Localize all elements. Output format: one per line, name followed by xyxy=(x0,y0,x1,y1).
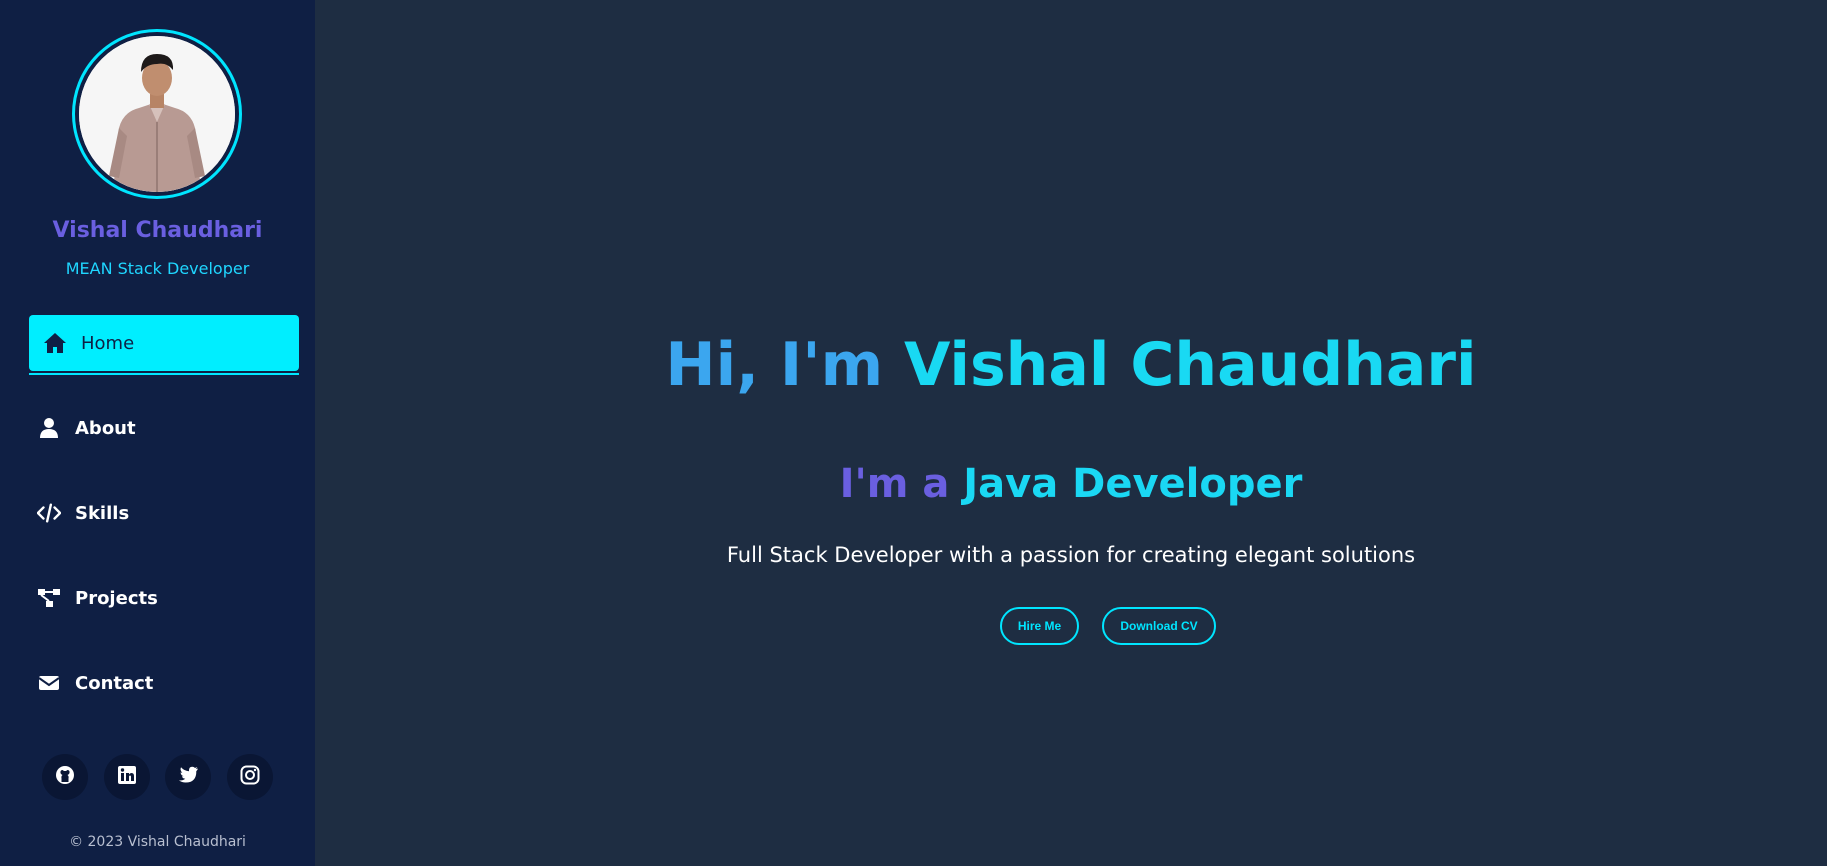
hero-prefix: I'm a xyxy=(839,461,950,507)
hero-role: Java Developer xyxy=(963,461,1303,507)
hero-subtitle: I'm a Java Developer xyxy=(315,461,1827,507)
nav-label-about: About xyxy=(75,417,136,439)
hire-me-button[interactable]: Hire Me xyxy=(1000,607,1079,645)
instagram-link[interactable] xyxy=(227,754,273,800)
home-icon xyxy=(43,331,67,355)
user-icon xyxy=(37,416,61,440)
profile-name: Vishal Chaudhari xyxy=(52,218,263,243)
envelope-icon xyxy=(37,671,61,695)
instagram-icon xyxy=(240,765,260,789)
nav-item-contact[interactable]: Contact xyxy=(29,655,299,711)
avatar xyxy=(79,36,235,192)
twitter-icon xyxy=(177,766,199,788)
hero-description: Full Stack Developer with a passion for … xyxy=(726,543,1416,567)
download-cv-button[interactable]: Download CV xyxy=(1102,607,1216,645)
profile-role: MEAN Stack Developer xyxy=(65,259,250,278)
twitter-link[interactable] xyxy=(165,754,211,800)
github-icon xyxy=(55,765,75,789)
nav-label-contact: Contact xyxy=(75,672,154,694)
nav-label-projects: Projects xyxy=(75,587,158,609)
hero-greeting: Hi, I'm xyxy=(665,330,884,400)
nav-item-projects[interactable]: Projects xyxy=(29,570,299,626)
github-link[interactable] xyxy=(42,754,88,800)
hero-name: Vishal Chaudhari xyxy=(904,330,1477,400)
main-content: Hi, I'm Vishal Chaudhari I'm a Java Deve… xyxy=(315,0,1827,866)
nav-item-about[interactable]: About xyxy=(29,400,299,456)
profile-photo xyxy=(79,36,235,192)
app: Vishal Chaudhari MEAN Stack Developer Ho… xyxy=(0,0,1827,866)
hero-title: Hi, I'm Vishal Chaudhari xyxy=(315,330,1827,400)
project-diagram-icon xyxy=(37,586,61,610)
sidebar: Vishal Chaudhari MEAN Stack Developer Ho… xyxy=(0,0,315,866)
nav-label-home: Home xyxy=(81,332,135,354)
code-icon xyxy=(37,501,61,525)
linkedin-link[interactable] xyxy=(104,754,150,800)
linkedin-icon xyxy=(118,766,136,788)
nav-label-skills: Skills xyxy=(75,502,130,524)
nav-item-skills[interactable]: Skills xyxy=(29,485,299,541)
footer-copyright: © 2023 Vishal Chaudhari xyxy=(69,834,246,850)
nav-active-underline xyxy=(29,373,299,375)
nav-item-home[interactable]: Home xyxy=(29,315,299,371)
